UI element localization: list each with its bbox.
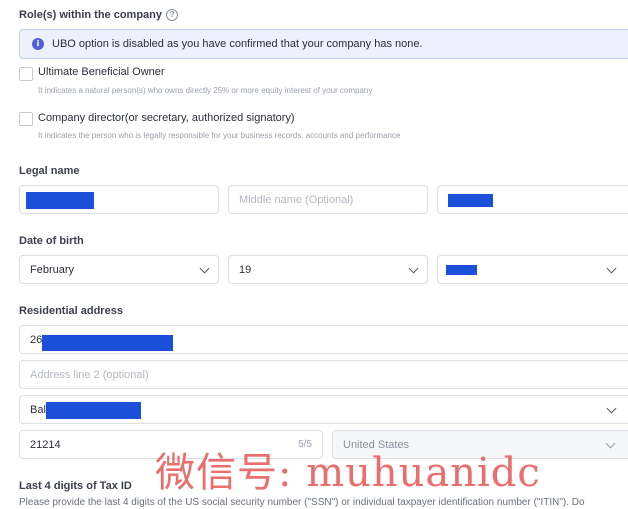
watermark: 微信号: muhuanidc [155, 450, 541, 496]
address-line1-input[interactable]: 26 [19, 325, 628, 354]
redacted-last-name [448, 194, 493, 207]
birth-day-select[interactable]: 19 [228, 255, 428, 284]
director-option-desc: It indicates the person who is legally r… [38, 131, 401, 140]
chevron-down-icon [606, 403, 617, 414]
tax-id-desc: Please provide the last 4 digits of the … [19, 497, 585, 508]
chevron-down-icon [605, 438, 616, 449]
address-line2-input[interactable]: Address line 2 (optional) [19, 360, 628, 389]
first-name-input[interactable] [19, 185, 219, 214]
director-checkbox[interactable] [19, 112, 33, 126]
dob-label: Date of birth [19, 235, 84, 247]
legal-name-label: Legal name [19, 165, 80, 177]
redacted-address-line1 [42, 335, 173, 351]
city-select[interactable]: Balt [19, 395, 628, 424]
chevron-down-icon [408, 263, 419, 274]
redacted-first-name [26, 192, 94, 209]
info-icon: i [32, 38, 44, 50]
ubo-option-desc: It indicates a natural person(s) who own… [38, 86, 373, 95]
ubo-disabled-notice: i UBO option is disabled as you have con… [19, 29, 628, 59]
last-name-input[interactable] [437, 185, 628, 214]
help-icon[interactable]: ? [166, 9, 179, 21]
middle-name-input[interactable]: Middle name (Optional) [228, 185, 428, 214]
redacted-birth-year [446, 265, 477, 275]
roles-label: Role(s) within the company? [19, 9, 179, 21]
chevron-down-icon [606, 263, 617, 274]
birth-year-select[interactable] [437, 255, 628, 284]
tax-id-label: Last 4 digits of Tax ID [19, 480, 132, 492]
birth-month-select[interactable]: February [19, 255, 219, 284]
address-label: Residential address [19, 305, 123, 317]
director-option-title: Company director(or secretary, authorize… [38, 112, 295, 124]
chevron-down-icon [199, 263, 210, 274]
redacted-city [46, 402, 141, 419]
ubo-option-title: Ultimate Beneficial Owner [38, 66, 165, 78]
ubo-checkbox[interactable] [19, 67, 33, 81]
notice-text: UBO option is disabled as you have confi… [52, 38, 423, 50]
